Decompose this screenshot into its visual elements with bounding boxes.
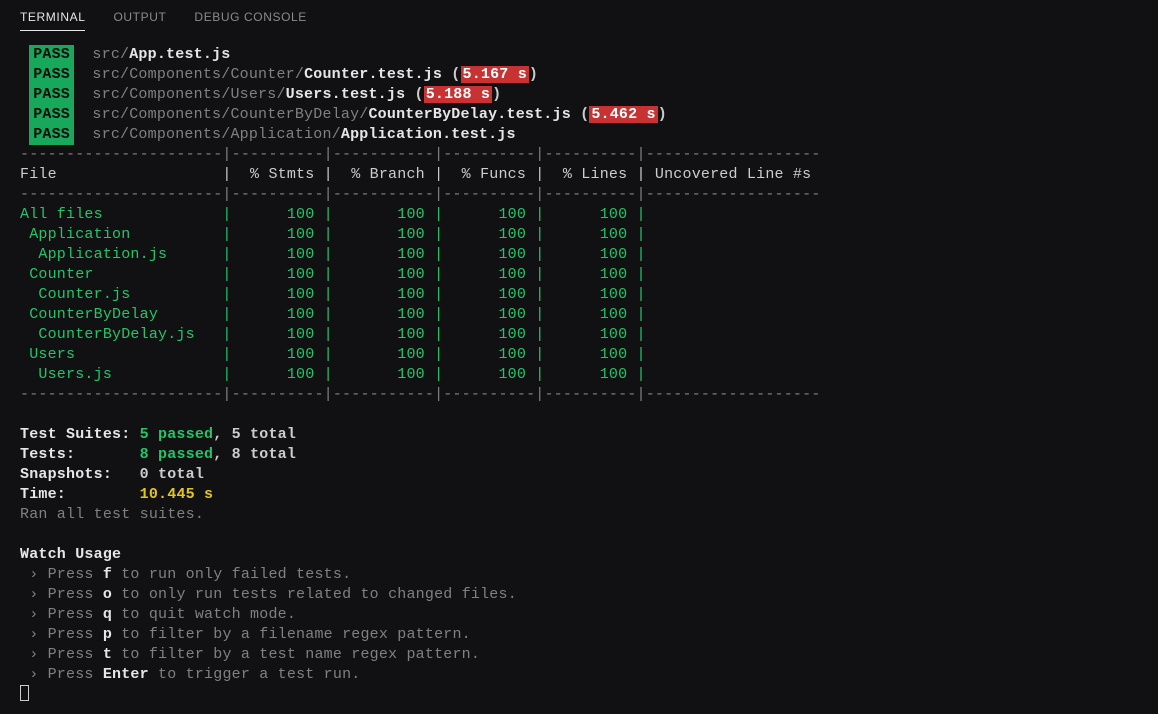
coverage-sep: ----------------------|----------|------… (20, 385, 1138, 405)
watch-usage-line: › Press f to run only failed tests. (20, 565, 1138, 585)
coverage-row: Counter | 100 | 100 | 100 | 100 | (20, 265, 1138, 285)
watch-key: Enter (103, 666, 149, 683)
watch-usage-line: › Press o to only run tests related to c… (20, 585, 1138, 605)
coverage-row: Users.js | 100 | 100 | 100 | 100 | (20, 365, 1138, 385)
watch-usage-heading: Watch Usage (20, 545, 1138, 565)
pass-badge: PASS (29, 125, 74, 145)
test-file: App.test.js (129, 46, 230, 63)
tab-debug-console[interactable]: DEBUG CONSOLE (194, 10, 307, 31)
test-file: Application.test.js (341, 126, 516, 143)
test-run-line: PASS src/App.test.js (20, 45, 1138, 65)
test-duration: 5.462 s (589, 106, 657, 123)
tab-terminal[interactable]: TERMINAL (20, 10, 85, 31)
coverage-row: CounterByDelay | 100 | 100 | 100 | 100 | (20, 305, 1138, 325)
summary-snapshots: Snapshots: 0 total (20, 465, 1138, 485)
test-run-line: PASS src/Components/Users/Users.test.js … (20, 85, 1138, 105)
summary-ran: Ran all test suites. (20, 505, 1138, 525)
watch-usage-line: › Press Enter to trigger a test run. (20, 665, 1138, 685)
watch-key: q (103, 606, 112, 623)
test-path: src/Components/Users/ (92, 86, 285, 103)
pass-badge: PASS (29, 105, 74, 125)
test-path: src/Components/CounterByDelay/ (92, 106, 368, 123)
test-file: CounterByDelay.test.js (368, 106, 570, 123)
test-run-line: PASS src/Components/CounterByDelay/Count… (20, 105, 1138, 125)
test-path: src/ (92, 46, 129, 63)
pass-badge: PASS (29, 45, 74, 65)
summary-suites: Test Suites: 5 passed, 5 total (20, 425, 1138, 445)
coverage-row: Application | 100 | 100 | 100 | 100 | (20, 225, 1138, 245)
coverage-sep: ----------------------|----------|------… (20, 145, 1138, 165)
panel-tabs: TERMINAL OUTPUT DEBUG CONSOLE (0, 0, 1158, 31)
coverage-header: File | % Stmts | % Branch | % Funcs | % … (20, 165, 1138, 185)
test-path: src/Components/Application/ (92, 126, 340, 143)
watch-key: t (103, 646, 112, 663)
summary-tests: Tests: 8 passed, 8 total (20, 445, 1138, 465)
test-path: src/Components/Counter/ (92, 66, 304, 83)
test-duration: 5.188 s (424, 86, 492, 103)
test-file: Users.test.js (286, 86, 406, 103)
watch-usage-line: › Press p to filter by a filename regex … (20, 625, 1138, 645)
coverage-row: Counter.js | 100 | 100 | 100 | 100 | (20, 285, 1138, 305)
coverage-row: Application.js | 100 | 100 | 100 | 100 | (20, 245, 1138, 265)
pass-badge: PASS (29, 65, 74, 85)
coverage-sep: ----------------------|----------|------… (20, 185, 1138, 205)
watch-usage-line: › Press q to quit watch mode. (20, 605, 1138, 625)
watch-key: p (103, 626, 112, 643)
summary-time: Time: 10.445 s (20, 485, 1138, 505)
test-run-line: PASS src/Components/Application/Applicat… (20, 125, 1138, 145)
terminal-output[interactable]: PASS src/App.test.js PASS src/Components… (0, 31, 1158, 706)
watch-usage-line: › Press t to filter by a test name regex… (20, 645, 1138, 665)
watch-key: f (103, 566, 112, 583)
coverage-row: All files | 100 | 100 | 100 | 100 | (20, 205, 1138, 225)
pass-badge: PASS (29, 85, 74, 105)
coverage-row: Users | 100 | 100 | 100 | 100 | (20, 345, 1138, 365)
coverage-row: CounterByDelay.js | 100 | 100 | 100 | 10… (20, 325, 1138, 345)
terminal-cursor (20, 685, 29, 701)
test-file: Counter.test.js (304, 66, 442, 83)
test-run-line: PASS src/Components/Counter/Counter.test… (20, 65, 1138, 85)
test-duration: 5.167 s (461, 66, 529, 83)
watch-key: o (103, 586, 112, 603)
tab-output[interactable]: OUTPUT (113, 10, 166, 31)
